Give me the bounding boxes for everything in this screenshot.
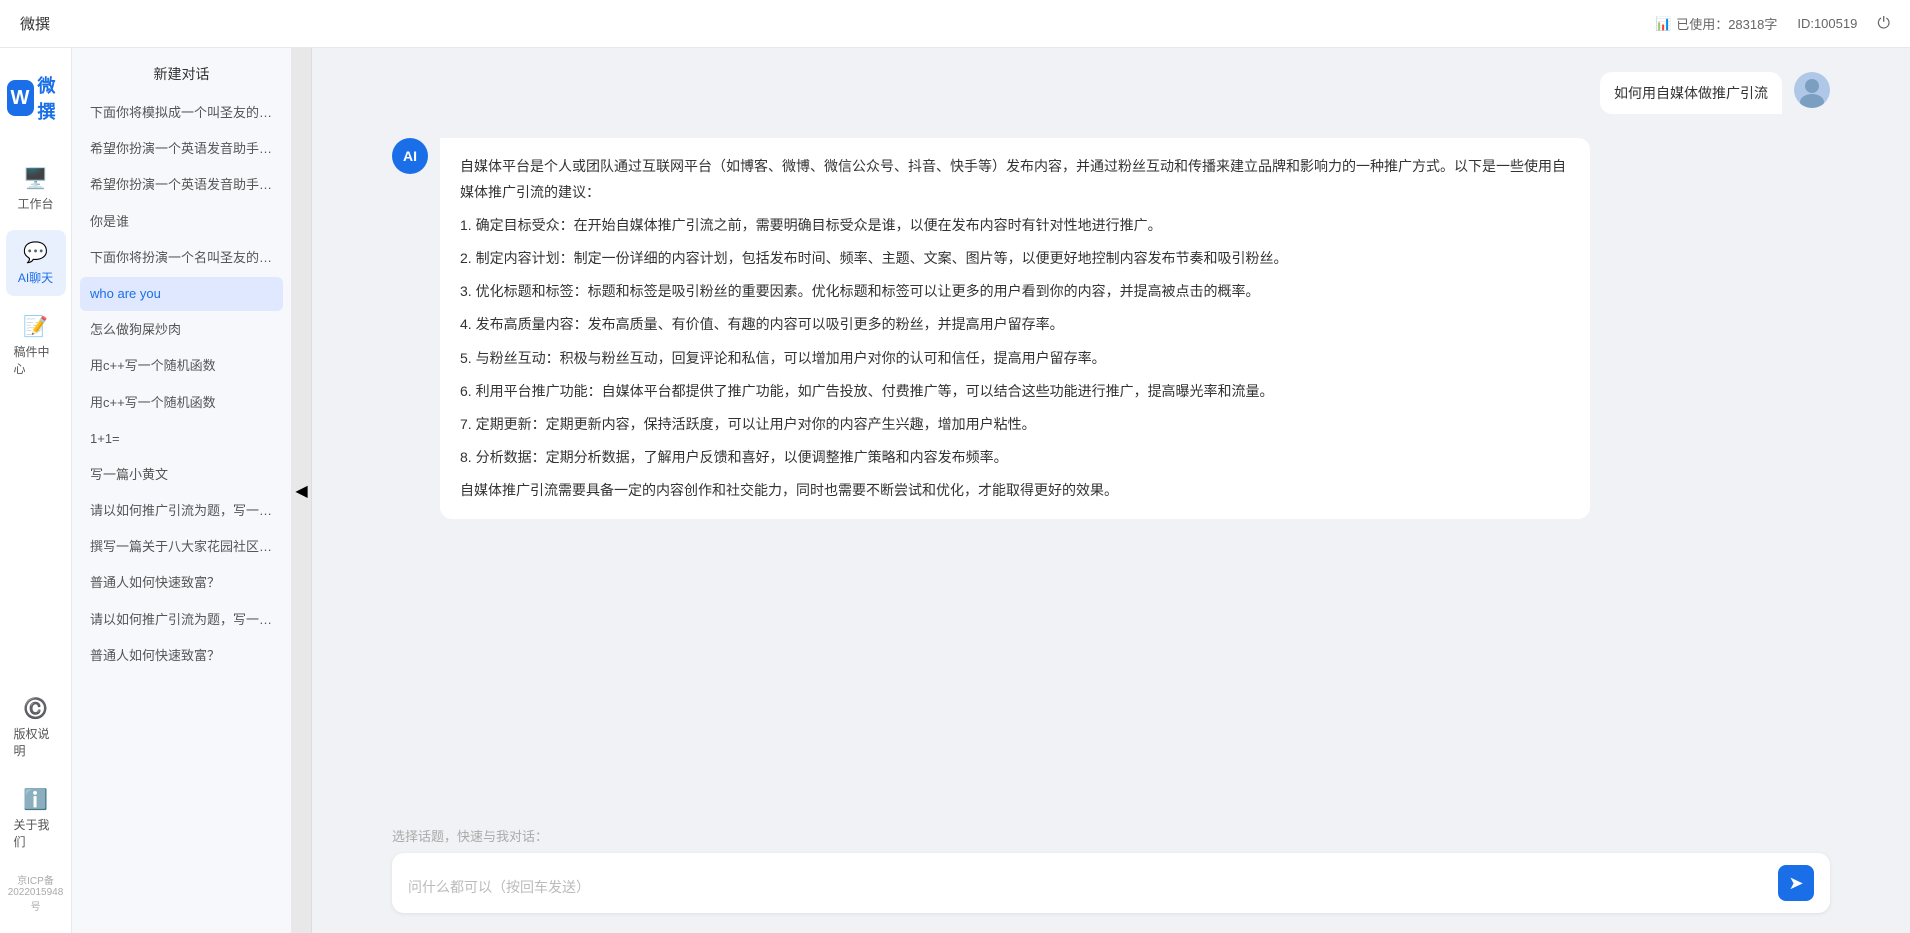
conversation-item[interactable]: 撰写一篇关于八大家花园社区一刻钟便民生... — [80, 530, 283, 564]
usage-info: 📊 已使用：28318字 — [1655, 14, 1777, 33]
nav-bottom: ©️ 版权说明 ℹ️ 关于我们 京ICP备2022015948号 — [0, 686, 71, 917]
id-info: ID:100519 — [1797, 16, 1857, 31]
sidebar-item-copyright[interactable]: ©️ 版权说明 — [6, 686, 66, 769]
collapse-icon: ◀ — [295, 481, 307, 501]
logo-area: W 微撰 — [0, 64, 73, 132]
copyright-label: 版权说明 — [14, 725, 58, 759]
logo-w: W — [7, 80, 34, 116]
conversation-item[interactable]: 用c++写一个随机函数 — [80, 386, 283, 420]
topbar: 微撰 📊 已使用：28318字 ID:100519 ⏻ — [0, 0, 1910, 48]
conversation-item[interactable]: who are you — [80, 277, 283, 311]
sidebar-collapse-button[interactable]: ◀ — [292, 48, 312, 933]
usage-icon: 📊 — [1655, 16, 1671, 32]
icp-text: 京ICP备2022015948号 — [0, 868, 71, 917]
chat-input[interactable] — [408, 877, 1770, 901]
workbench-icon: 🖥️ — [23, 166, 48, 191]
user-message-row: 如何用自媒体做推广引流 — [392, 72, 1830, 114]
copyright-icon: ©️ — [23, 696, 48, 721]
conversation-item[interactable]: 请以如何推广引流为题，写一篇大纲 — [80, 494, 283, 528]
workbench-label: 工作台 — [17, 195, 53, 212]
conversation-item[interactable]: 用c++写一个随机函数 — [80, 349, 283, 383]
conversation-item[interactable]: 普通人如何快速致富？ — [80, 639, 283, 673]
chat-messages: 如何用自媒体做推广引流 AI 自媒体平台是个人或团队通过互联网平台（如博客、微 — [312, 48, 1910, 826]
left-nav: W 微撰 🖥️ 工作台 💬 AI聊天 📝 稿件中心 ©️ 版权说明 ℹ️ 关于我… — [0, 48, 72, 933]
chat-area: 如何用自媒体做推广引流 AI 自媒体平台是个人或团队通过互联网平台（如博客、微 — [312, 48, 1910, 933]
main-layout: W 微撰 🖥️ 工作台 💬 AI聊天 📝 稿件中心 ©️ 版权说明 ℹ️ 关于我… — [0, 48, 1910, 933]
topbar-title: 微撰 — [20, 13, 50, 34]
conversation-item[interactable]: 1+1= — [80, 422, 283, 456]
user-message-text: 如何用自媒体做推广引流 — [1614, 85, 1768, 101]
user-message-bubble: 如何用自媒体做推广引流 — [1600, 72, 1782, 114]
chat-bottom: 选择话题，快速与我对话： ➤ — [312, 826, 1910, 933]
about-label: 关于我们 — [14, 816, 58, 850]
drafts-icon: 📝 — [23, 314, 48, 339]
conversation-item[interactable]: 希望你扮演一个英语发音助手，我提供给你... — [80, 132, 283, 166]
drafts-label: 稿件中心 — [14, 343, 58, 377]
topbar-right: 📊 已使用：28318字 ID:100519 ⏻ — [1655, 14, 1890, 33]
ai-chat-label: AI聊天 — [18, 269, 53, 286]
ai-message-bubble: 自媒体平台是个人或团队通过互联网平台（如博客、微博、微信公众号、抖音、快手等）发… — [440, 138, 1590, 519]
conversation-item[interactable]: 怎么做狗屎炒肉 — [80, 313, 283, 347]
about-icon: ℹ️ — [23, 787, 48, 812]
send-button[interactable]: ➤ — [1778, 865, 1814, 901]
sidebar-item-drafts[interactable]: 📝 稿件中心 — [6, 304, 66, 387]
conversation-item[interactable]: 下面你将模拟成一个叫圣友的程序员，我说... — [80, 96, 283, 130]
new-chat-button[interactable]: 新建对话 — [72, 48, 291, 92]
usage-text: 已使用：28318字 — [1676, 14, 1777, 33]
conversation-item[interactable]: 下面你将扮演一个名叫圣友的医生 — [80, 241, 283, 275]
quick-label: 选择话题，快速与我对话： — [392, 826, 1830, 845]
send-icon: ➤ — [1788, 873, 1803, 894]
ai-avatar: AI — [392, 138, 428, 174]
conversation-item[interactable]: 请以如何推广引流为题，写一篇大纲 — [80, 603, 283, 637]
sidebar: 新建对话 下面你将模拟成一个叫圣友的程序员，我说...希望你扮演一个英语发音助手… — [72, 48, 292, 933]
logo-text: 微撰 — [38, 72, 65, 124]
conversation-item[interactable]: 希望你扮演一个英语发音助手，我提供给你... — [80, 168, 283, 202]
ai-message-row: AI 自媒体平台是个人或团队通过互联网平台（如博客、微博、微信公众号、抖音、快手… — [392, 138, 1830, 519]
conversation-list: 下面你将模拟成一个叫圣友的程序员，我说...希望你扮演一个英语发音助手，我提供给… — [72, 92, 291, 933]
conversation-item[interactable]: 写一篇小黄文 — [80, 458, 283, 492]
sidebar-item-about[interactable]: ℹ️ 关于我们 — [6, 777, 66, 860]
conversation-item[interactable]: 你是谁 — [80, 205, 283, 239]
sidebar-item-workbench[interactable]: 🖥️ 工作台 — [6, 156, 66, 222]
conversation-item[interactable]: 普通人如何快速致富？ — [80, 566, 283, 600]
power-icon[interactable]: ⏻ — [1877, 15, 1890, 33]
user-avatar — [1794, 72, 1830, 108]
ai-message-content: 自媒体平台是个人或团队通过互联网平台（如博客、微博、微信公众号、抖音、快手等）发… — [460, 154, 1570, 503]
ai-chat-icon: 💬 — [23, 240, 48, 265]
input-area: ➤ — [392, 853, 1830, 913]
sidebar-item-ai-chat[interactable]: 💬 AI聊天 — [6, 230, 66, 296]
